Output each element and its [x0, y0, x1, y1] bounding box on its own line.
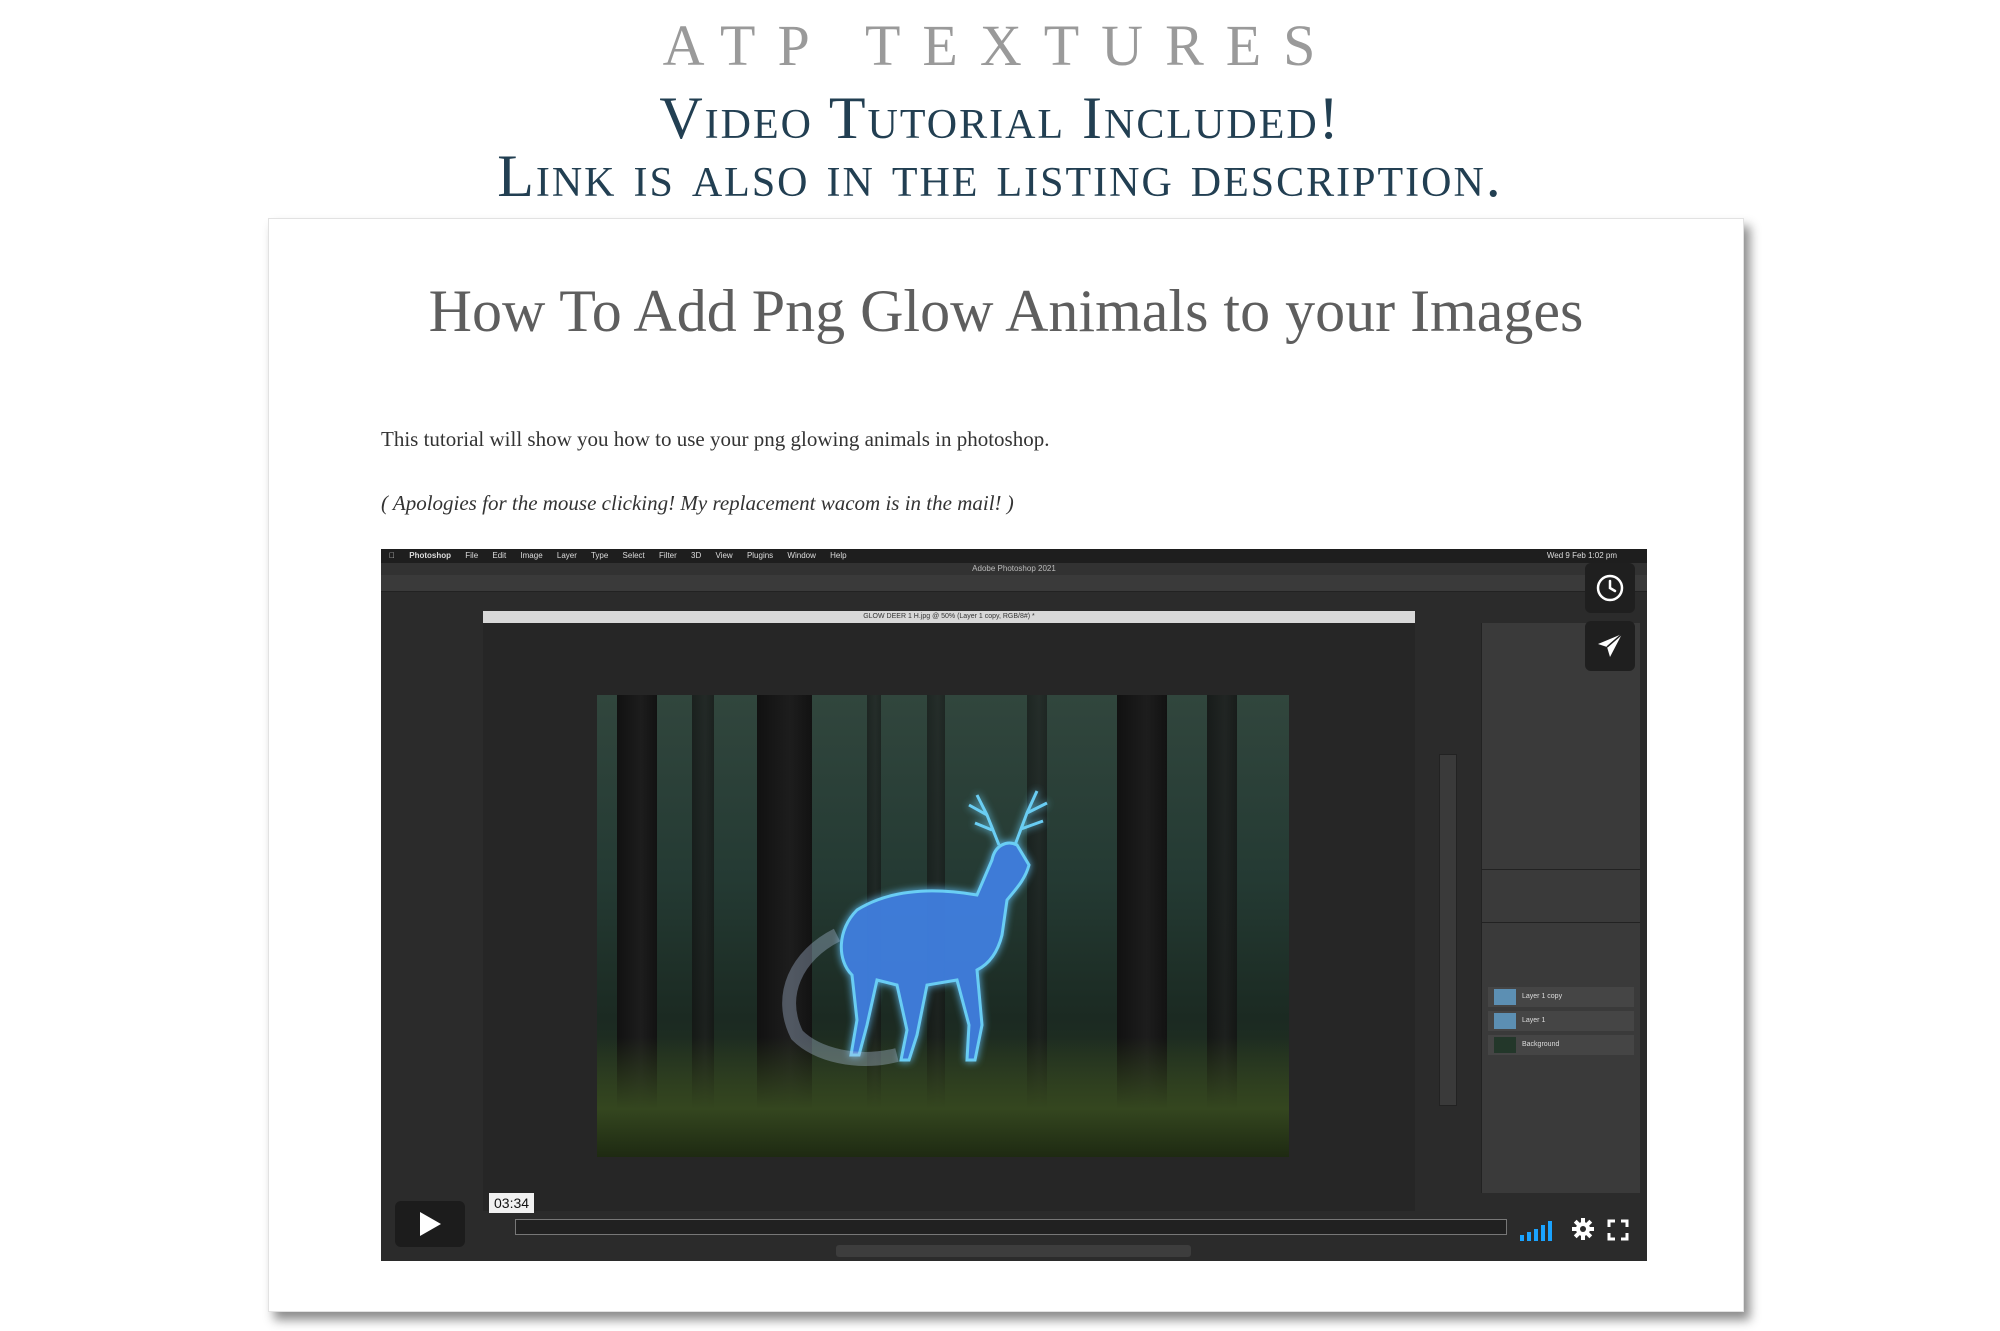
layer-row[interactable]: Layer 1 copy	[1488, 987, 1634, 1007]
document-window: GLOW DEER 1 H.jpg @ 50% (Layer 1 copy, R…	[483, 611, 1415, 1211]
options-bar	[381, 575, 1647, 592]
layer-row[interactable]: Layer 1	[1488, 1011, 1634, 1031]
layer-row[interactable]: Background	[1488, 1035, 1634, 1055]
menu-item: Photoshop	[401, 551, 451, 560]
layer-name: Layer 1	[1522, 1017, 1546, 1024]
tutorial-description: This tutorial will show you how to use y…	[381, 427, 1050, 451]
menu-item: Help	[821, 551, 846, 560]
menu-item: Image	[512, 551, 542, 560]
layer-thumbnail	[1494, 989, 1516, 1005]
mac-dock	[836, 1245, 1191, 1257]
menu-item: View	[707, 551, 733, 560]
video-controls: 03:34	[381, 1191, 1647, 1261]
tutorial-title: How To Add Png Glow Animals to your Imag…	[428, 278, 1584, 344]
clock-icon	[1596, 574, 1624, 602]
menu-item: Plugins	[738, 551, 773, 560]
layer-thumbnail	[1494, 1013, 1516, 1029]
brand-title: ATP TEXTURES	[662, 13, 1338, 78]
fullscreen-icon[interactable]	[1607, 1219, 1629, 1241]
tutorial-apology-note: ( Apologies for the mouse clicking! My r…	[381, 491, 1014, 515]
video-timestamp: 03:34	[489, 1193, 535, 1213]
video-player[interactable]:  Photoshop File Edit Image Layer Type S…	[381, 549, 1647, 1261]
menu-item: Filter	[650, 551, 677, 560]
apple-icon: 	[389, 551, 395, 560]
watch-later-button[interactable]	[1585, 563, 1635, 613]
tutorial-card: How To Add Png Glow Animals to your Imag…	[268, 218, 1744, 1312]
tools-panel	[1439, 754, 1457, 1106]
play-button[interactable]	[395, 1201, 465, 1247]
menu-item: Window	[779, 551, 815, 560]
screen-menubar:  Photoshop File Edit Image Layer Type S…	[381, 549, 1647, 563]
glowing-deer-icon	[782, 790, 1048, 1066]
headline-listing-link: Link is also in the listing description.	[497, 143, 1503, 209]
forest-deer-image	[597, 695, 1289, 1157]
layer-name: Layer 1 copy	[1522, 993, 1563, 1000]
send-icon	[1598, 633, 1623, 657]
menu-item: Layer	[548, 551, 577, 560]
properties-layers-panel: Layer 1 copy Layer 1 Background	[1481, 623, 1640, 1193]
volume-bars-icon[interactable]	[1519, 1219, 1553, 1241]
menu-item: File	[457, 551, 478, 560]
layer-name: Background	[1522, 1041, 1560, 1048]
menu-item: 3D	[682, 551, 701, 560]
play-icon	[420, 1212, 441, 1236]
layer-thumbnail	[1494, 1037, 1516, 1053]
screen-clock: Wed 9 Feb 1:02 pm	[1546, 551, 1617, 560]
progress-bar[interactable]	[515, 1219, 1507, 1235]
menu-item: Type	[582, 551, 608, 560]
gear-icon[interactable]	[1571, 1217, 1595, 1241]
app-title-bar: Adobe Photoshop 2021	[381, 563, 1647, 575]
menu-item: Select	[614, 551, 645, 560]
share-button[interactable]	[1585, 621, 1635, 671]
menu-item: Edit	[484, 551, 506, 560]
document-title: GLOW DEER 1 H.jpg @ 50% (Layer 1 copy, R…	[483, 611, 1415, 623]
